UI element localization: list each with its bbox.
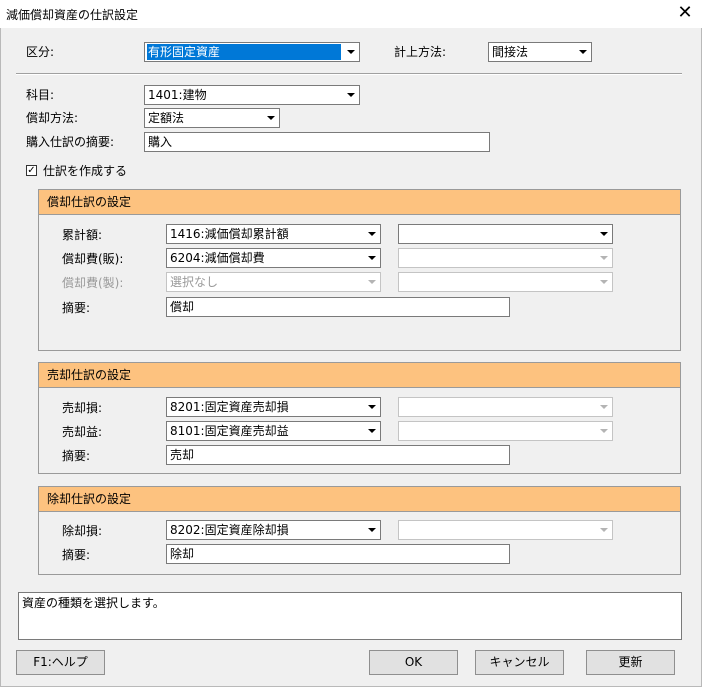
chevron-down-icon <box>596 274 611 290</box>
sale-loss-sub-value <box>401 399 594 415</box>
create-journal-label: 仕訳を作成する <box>43 164 128 178</box>
title-bar: 減価償却資産の仕訳設定 ✕ <box>0 0 702 28</box>
method-value: 間接法 <box>492 45 529 59</box>
cancel-button[interactable]: キャンセル <box>475 650 564 675</box>
dep-expense-mfg-label: 償却費(製): <box>62 276 124 290</box>
update-button[interactable]: 更新 <box>586 650 675 675</box>
disposal-loss-sub-select <box>398 520 613 540</box>
dep-expense-sales-label: 償却費(販): <box>62 252 124 266</box>
chevron-down-icon[interactable] <box>343 87 358 103</box>
method-select[interactable]: 間接法 <box>488 42 592 62</box>
dep-expense-mfg-sub-value <box>401 274 594 290</box>
dep-expense-sales-value: 6204:減価償却費 <box>170 251 265 265</box>
chevron-down-icon[interactable] <box>596 226 611 242</box>
chevron-down-icon[interactable] <box>364 226 379 242</box>
disposal-loss-select[interactable]: 8202:固定資産除却損 <box>166 520 381 540</box>
message-text: 資産の種類を選択します。 <box>22 596 165 610</box>
sale-summary-field[interactable]: 売却 <box>166 445 510 465</box>
accumulated-select[interactable]: 1416:減価償却累計額 <box>166 224 381 244</box>
dep-expense-mfg-select: 選択なし <box>166 272 381 292</box>
chevron-down-icon <box>596 399 611 415</box>
dep-method-select[interactable]: 定額法 <box>144 108 280 128</box>
dep-method-value: 定額法 <box>148 111 185 125</box>
chevron-down-icon[interactable] <box>364 399 379 415</box>
sale-gain-value: 8101:固定資産売却益 <box>170 424 289 438</box>
disposal-summary-value: 除却 <box>170 547 195 561</box>
account-select[interactable]: 1401:建物 <box>144 85 360 105</box>
dep-expense-mfg-value: 選択なし <box>170 275 219 289</box>
purchase-summary-field[interactable]: 購入 <box>144 132 490 152</box>
dep-expense-sales-sub-select <box>398 248 613 268</box>
account-value: 1401:建物 <box>148 88 207 102</box>
window-title: 減価償却資産の仕訳設定 <box>6 8 139 22</box>
header-divider <box>16 73 682 75</box>
dep-method-label: 償却方法: <box>26 111 79 125</box>
chevron-down-icon <box>364 274 379 290</box>
close-icon[interactable]: ✕ <box>672 2 698 26</box>
dep-expense-sales-sub-value <box>401 250 594 266</box>
accumulated-sub-select[interactable] <box>398 224 613 244</box>
sale-group-title: 売却仕訳の設定 <box>47 368 132 382</box>
message-area: 資産の種類を選択します。 <box>18 592 682 640</box>
check-icon: ✓ <box>27 164 36 176</box>
accumulated-value: 1416:減価償却累計額 <box>170 227 289 241</box>
depreciation-summary-field[interactable]: 償却 <box>166 297 510 317</box>
chevron-down-icon[interactable] <box>364 423 379 439</box>
category-label: 区分: <box>26 45 55 59</box>
sale-loss-sub-select <box>398 397 613 417</box>
sale-loss-value: 8201:固定資産売却損 <box>170 400 289 414</box>
ok-button[interactable]: OK <box>369 650 458 675</box>
sale-summary-value: 売却 <box>170 448 195 462</box>
sale-gain-sub-select <box>398 421 613 441</box>
chevron-down-icon <box>596 522 611 538</box>
chevron-down-icon[interactable] <box>364 522 379 538</box>
chevron-down-icon[interactable] <box>575 44 590 60</box>
category-select[interactable]: 有形固定資産 <box>144 42 360 62</box>
account-label: 科目: <box>26 88 55 102</box>
chevron-down-icon <box>596 423 611 439</box>
disposal-group-title: 除却仕訳の設定 <box>47 492 132 506</box>
sale-gain-select[interactable]: 8101:固定資産売却益 <box>166 421 381 441</box>
disposal-loss-label: 除却損: <box>62 524 103 538</box>
purchase-summary-label: 購入仕訳の摘要: <box>26 135 115 149</box>
disposal-loss-sub-value <box>401 522 594 538</box>
disposal-group-header: 除却仕訳の設定 <box>39 487 680 512</box>
method-label: 計上方法: <box>394 45 447 59</box>
sale-summary-label: 摘要: <box>62 449 91 463</box>
disposal-summary-label: 摘要: <box>62 548 91 562</box>
sale-loss-label: 売却損: <box>62 401 103 415</box>
depreciation-group-title: 償却仕訳の設定 <box>47 195 132 209</box>
depreciation-summary-value: 償却 <box>170 300 195 314</box>
chevron-down-icon <box>596 250 611 266</box>
sale-loss-select[interactable]: 8201:固定資産売却損 <box>166 397 381 417</box>
dep-expense-sales-select[interactable]: 6204:減価償却費 <box>166 248 381 268</box>
dep-expense-mfg-sub-select <box>398 272 613 292</box>
accumulated-sub-value <box>401 226 594 242</box>
purchase-summary-value: 購入 <box>148 135 173 149</box>
create-journal-checkbox[interactable]: ✓ <box>26 165 37 176</box>
chevron-down-icon[interactable] <box>343 44 358 60</box>
help-button[interactable]: F1:ヘルプ <box>16 650 105 675</box>
depreciation-group: 償却仕訳の設定 <box>38 189 681 351</box>
sale-gain-label: 売却益: <box>62 425 103 439</box>
disposal-summary-field[interactable]: 除却 <box>166 544 510 564</box>
category-value: 有形固定資産 <box>147 44 341 60</box>
sale-group-header: 売却仕訳の設定 <box>39 363 680 388</box>
depreciation-group-header: 償却仕訳の設定 <box>39 190 680 215</box>
sale-gain-sub-value <box>401 423 594 439</box>
chevron-down-icon[interactable] <box>364 250 379 266</box>
accumulated-label: 累計額: <box>62 228 103 242</box>
chevron-down-icon[interactable] <box>263 110 278 126</box>
disposal-loss-value: 8202:固定資産除却損 <box>170 523 289 537</box>
depreciation-summary-label: 摘要: <box>62 301 91 315</box>
